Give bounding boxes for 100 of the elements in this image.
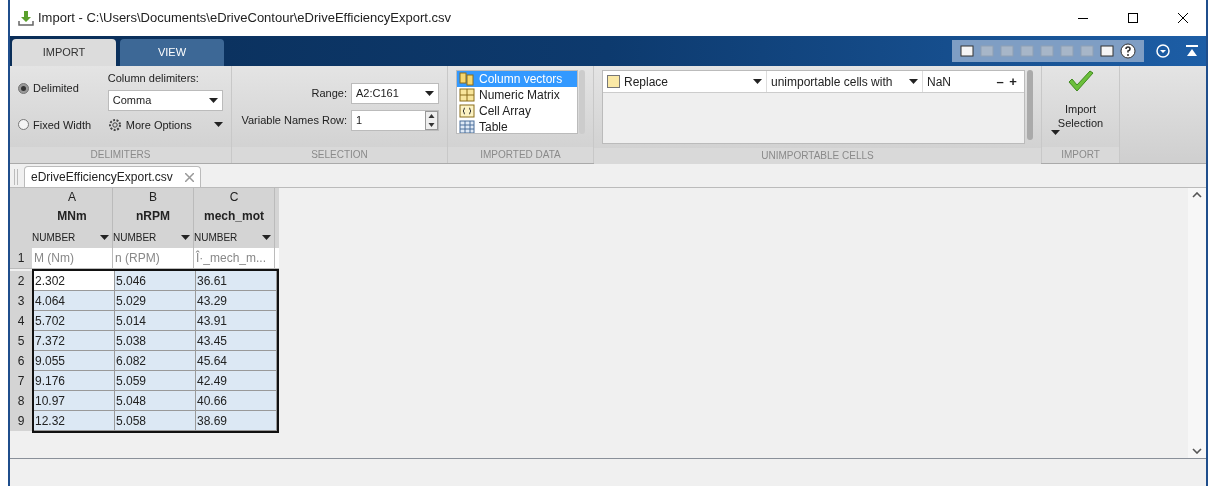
output-type-option[interactable]: Cell Array: [457, 103, 577, 119]
expand-menu-icon[interactable]: [1156, 44, 1170, 58]
row-number: 9: [10, 411, 32, 431]
table-cell: 12.32: [34, 411, 115, 430]
column-type-dropdown[interactable]: NUMBER: [32, 226, 112, 248]
scroll-down-icon[interactable]: [1192, 448, 1202, 454]
window-title: Import - C:\Users\Documents\eDriveContour\eDriveEfficiencyExport.csv: [38, 9, 451, 28]
section-label: IMPORTED DATA: [448, 147, 593, 163]
table-cell: 40.66: [196, 391, 277, 410]
field-label: Column delimiters:: [107, 71, 200, 86]
table-cell: 2.302: [34, 271, 115, 290]
add-rule-button[interactable]: +: [1006, 71, 1020, 92]
dropdown-arrow-icon: [909, 79, 918, 84]
scroll-up-icon[interactable]: [1192, 192, 1202, 198]
gear-icon: [107, 117, 122, 132]
dropdown-arrow-icon: [1050, 130, 1060, 135]
row-number: 7: [10, 371, 32, 391]
row-number: 4: [10, 311, 32, 331]
column-letter: A: [67, 189, 77, 206]
section-label: SELECTION: [232, 147, 447, 163]
field-label: Variable Names Row:: [241, 112, 347, 128]
row-number: 5: [10, 331, 32, 351]
download-arrow-icon: [18, 10, 34, 26]
table-cell: 5.048: [115, 391, 196, 410]
table-cell: 7.372: [34, 331, 115, 350]
matrix-grid-icon: [459, 88, 475, 102]
output-type-option[interactable]: Numeric Matrix: [457, 87, 577, 103]
braces-icon: [459, 104, 475, 118]
table-cell: 5.038: [115, 331, 196, 350]
table-cell: 38.69: [196, 411, 277, 430]
output-type-option[interactable]: Table: [457, 119, 577, 133]
table-cell: 5.058: [115, 411, 196, 430]
scrollbar[interactable]: [1027, 70, 1033, 140]
replacement-field[interactable]: NaN: [923, 71, 994, 92]
table-icon: [459, 120, 475, 133]
column-type-dropdown[interactable]: NUMBER: [113, 226, 193, 248]
table-cell: 4.064: [34, 291, 115, 310]
radio-option[interactable]: Fixed Width: [18, 116, 108, 133]
import-selection-button[interactable]: Import Selection: [1050, 70, 1111, 143]
column-name: nRPM: [135, 208, 171, 225]
maximize-icon: [1128, 13, 1138, 23]
dropdown-arrow-icon: [214, 122, 223, 128]
table-cell: 43.45: [196, 331, 277, 350]
dropdown-arrow-icon: [753, 79, 762, 84]
dropdown-arrow-icon: [425, 90, 434, 96]
remove-rule-button[interactable]: –: [994, 71, 1006, 92]
range-field[interactable]: A2:C161: [351, 82, 439, 104]
spinner-arrows-icon: [425, 110, 438, 130]
checkbox[interactable]: [607, 75, 620, 88]
help-icon[interactable]: [1120, 43, 1136, 59]
table-cell: 5.014: [115, 311, 196, 330]
table-cell: 9.176: [34, 371, 115, 390]
unit-cell: M (Nm): [32, 248, 113, 268]
dropdown-arrow-icon: [100, 234, 109, 240]
table-cell: 6.082: [115, 351, 196, 370]
table-cell: 5.702: [34, 311, 115, 330]
close-icon[interactable]: [184, 172, 194, 182]
table-cell: 42.49: [196, 371, 277, 390]
close-icon: [1178, 13, 1188, 23]
section-label: DELIMITERS: [10, 147, 231, 163]
table-cell: 45.64: [196, 351, 277, 370]
section-label: IMPORT: [1042, 147, 1119, 163]
table-cell: 9.055: [34, 351, 115, 370]
collapse-ribbon-icon[interactable]: [1186, 45, 1198, 57]
document-tab[interactable]: eDriveEfficiencyExport.csv: [24, 166, 201, 187]
more-options-button[interactable]: More Options: [107, 116, 223, 133]
rule-dropdown[interactable]: unimportable cells with: [767, 71, 923, 92]
table-cell: 5.046: [115, 271, 196, 290]
column-letter: C: [228, 189, 240, 206]
names-row-spinner[interactable]: 1: [351, 109, 439, 131]
table-cell: 36.61: [196, 271, 277, 290]
window-icon[interactable]: [1100, 44, 1114, 58]
minimize-icon: [1078, 17, 1088, 19]
row-number: 1: [10, 248, 32, 268]
row-number: 8: [10, 391, 32, 411]
unit-cell: n (RPM): [113, 248, 194, 268]
row-number: 2: [10, 271, 32, 291]
ribbon-tab[interactable]: IMPORT: [12, 39, 116, 66]
column-letter: B: [148, 189, 158, 206]
radio-option[interactable]: Delimited: [18, 80, 108, 97]
dropdown-arrow-icon: [181, 234, 190, 240]
vertical-scrollbar[interactable]: [1188, 188, 1206, 458]
row-number: 6: [10, 351, 32, 371]
column-type-dropdown[interactable]: NUMBER: [194, 226, 274, 248]
dropdown-arrow-icon: [262, 234, 271, 240]
scrollbar[interactable]: [579, 70, 585, 134]
column-name: MNm: [56, 208, 88, 225]
dropdown-arrow-icon: [209, 97, 218, 103]
delimiter-dropdown[interactable]: Comma: [107, 89, 223, 111]
ribbon-tab[interactable]: VIEW: [120, 39, 224, 66]
radio-circle[interactable]: [18, 82, 29, 94]
unit-cell: Î·_mech_m...: [194, 248, 275, 268]
checkmark-icon: [1066, 70, 1095, 94]
field-label: Range:: [311, 85, 347, 101]
replace-dropdown[interactable]: Replace: [603, 71, 767, 92]
table-cell: 43.91: [196, 311, 277, 330]
table-cell: 5.059: [115, 371, 196, 390]
section-label: UNIMPORTABLE CELLS: [594, 148, 1041, 164]
row-number: 3: [10, 291, 32, 311]
column-vectors-icon: [459, 72, 475, 86]
